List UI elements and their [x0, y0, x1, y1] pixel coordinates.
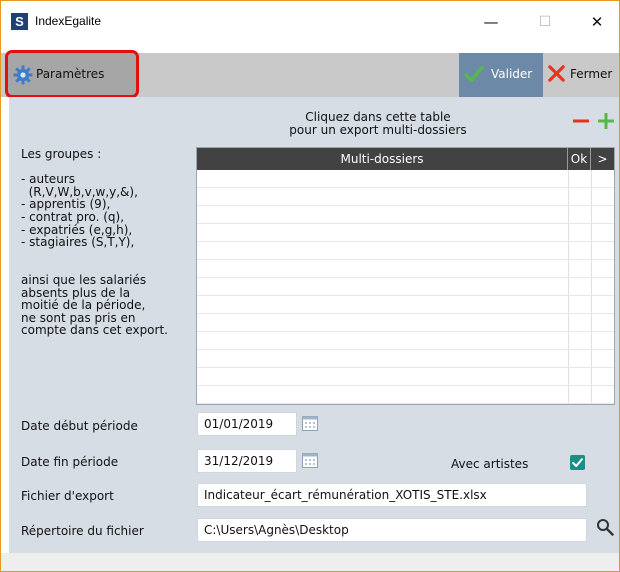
avec-artistes-label: Avec artistes — [451, 457, 529, 471]
table-row[interactable] — [197, 278, 614, 296]
date-debut-label: Date début période — [21, 419, 138, 433]
fichier-export-input[interactable] — [197, 483, 587, 507]
table-row[interactable] — [197, 188, 614, 206]
title-bar: S IndexEgalite — ☐ ✕ — [1, 1, 619, 43]
fichier-export-label: Fichier d'export — [21, 489, 114, 503]
minus-icon[interactable] — [573, 113, 589, 129]
checkmark-icon — [572, 458, 583, 467]
column-header-multi-dossiers[interactable]: Multi-dossiers — [197, 148, 568, 170]
app-logo-icon: S — [11, 13, 28, 30]
table-row[interactable] — [197, 350, 614, 368]
date-debut-input[interactable] — [197, 412, 297, 436]
search-icon[interactable] — [596, 518, 614, 536]
table-row[interactable] — [197, 332, 614, 350]
table-row[interactable] — [197, 386, 614, 404]
maximize-button[interactable]: ☐ — [531, 9, 559, 35]
date-fin-label: Date fin période — [21, 455, 119, 469]
plus-icon[interactable] — [598, 113, 614, 129]
avec-artistes-checkbox[interactable] — [570, 455, 585, 470]
table-row[interactable] — [197, 242, 614, 260]
table-row[interactable] — [197, 314, 614, 332]
date-fin-input[interactable] — [197, 449, 297, 473]
app-window: S IndexEgalite — ☐ ✕ Paramètres Valider … — [0, 0, 620, 572]
x-icon — [548, 65, 565, 82]
table-row[interactable] — [197, 260, 614, 278]
table-row[interactable] — [197, 206, 614, 224]
calendar-icon[interactable] — [302, 452, 318, 468]
repertoire-input[interactable] — [197, 518, 587, 542]
groups-info-text: Les groupes : - auteurs (R,V,W,b,v,w,y,&… — [21, 147, 168, 338]
table-row[interactable] — [197, 368, 614, 386]
instructions-line-2: pour un export multi-dossiers — [289, 123, 467, 137]
table-row[interactable] — [197, 170, 614, 188]
highlight-outline — [5, 50, 139, 98]
window-title: IndexEgalite — [35, 14, 102, 28]
table-instructions: Cliquez dans cette table pour un export … — [243, 111, 513, 137]
minimize-button[interactable]: — — [477, 9, 505, 35]
table-header: Multi-dossiers Ok > — [197, 148, 614, 170]
table-row[interactable] — [197, 296, 614, 314]
column-header-ok[interactable]: Ok — [568, 148, 591, 170]
check-icon — [464, 65, 484, 83]
close-window-button[interactable]: ✕ — [583, 9, 611, 35]
repertoire-label: Répertoire du fichier — [21, 524, 144, 538]
status-bar — [1, 553, 619, 571]
multi-dossiers-table[interactable]: Multi-dossiers Ok > — [196, 147, 615, 405]
fermer-label: Fermer — [570, 67, 613, 81]
column-header-more[interactable]: > — [591, 148, 614, 170]
calendar-icon[interactable] — [302, 415, 318, 431]
valider-label: Valider — [491, 67, 533, 81]
table-row[interactable] — [197, 224, 614, 242]
